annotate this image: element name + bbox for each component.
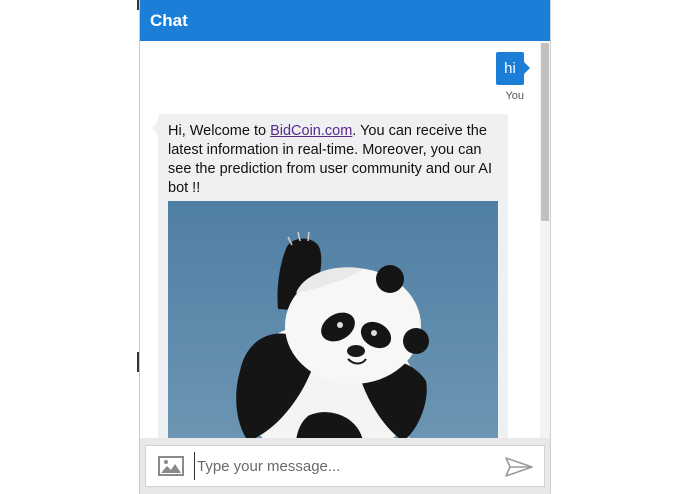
message-area[interactable]: hi You Hi, Welcome to BidCoin.com. You c… bbox=[140, 41, 550, 438]
bidcoin-link[interactable]: BidCoin.com bbox=[270, 123, 352, 139]
chat-header: Chat bbox=[140, 0, 550, 41]
message-scrollbar[interactable] bbox=[540, 41, 550, 438]
panda-illustration bbox=[168, 201, 498, 438]
chat-title: Chat bbox=[150, 11, 188, 30]
scrollbar-thumb[interactable] bbox=[541, 43, 549, 221]
user-message-text: hi bbox=[504, 60, 516, 77]
user-message-bubble: hi bbox=[496, 52, 530, 85]
image-icon[interactable] bbox=[158, 456, 184, 476]
bot-message-text: Hi, Welcome to BidCoin.com. You can rece… bbox=[168, 122, 498, 198]
bot-text-intro: Hi, Welcome to bbox=[168, 123, 271, 139]
send-icon[interactable] bbox=[504, 456, 534, 478]
composer bbox=[140, 438, 550, 494]
message-input[interactable] bbox=[194, 452, 497, 480]
panda-image bbox=[168, 201, 498, 438]
page: Chat hi You Hi, Welcome to BidCoin.com. … bbox=[0, 0, 695, 494]
composer-box bbox=[145, 445, 545, 487]
bot-message-bubble: Hi, Welcome to BidCoin.com. You can rece… bbox=[152, 114, 508, 438]
sender-label: You bbox=[505, 90, 524, 102]
chat-window: Chat hi You Hi, Welcome to BidCoin.com. … bbox=[139, 0, 551, 494]
